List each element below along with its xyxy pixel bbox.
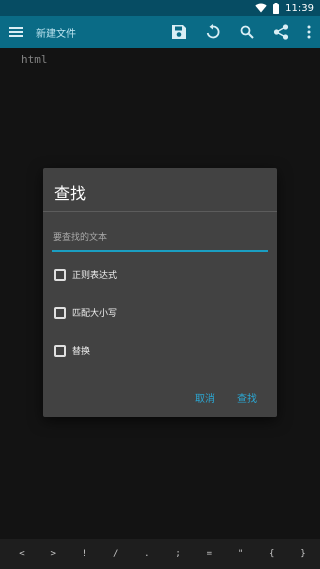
cancel-button[interactable]: 取消 — [195, 390, 215, 405]
regex-option[interactable]: 正则表达式 — [54, 268, 117, 281]
find-button[interactable]: 查找 — [237, 390, 257, 405]
regex-checkbox[interactable] — [54, 268, 66, 281]
match-case-checkbox[interactable] — [54, 306, 66, 319]
battery-icon — [273, 2, 280, 14]
match-case-label: 匹配大小写 — [72, 309, 118, 319]
symbol-key[interactable]: < — [12, 549, 32, 559]
dialog-divider — [43, 211, 277, 212]
symbol-key[interactable]: > — [43, 549, 63, 559]
search-text-input[interactable] — [52, 230, 268, 252]
undo-icon[interactable] — [196, 16, 230, 48]
match-case-option[interactable]: 匹配大小写 — [54, 306, 117, 319]
menu-icon[interactable] — [0, 16, 32, 48]
symbol-key[interactable]: = — [199, 549, 219, 559]
symbol-key[interactable]: } — [293, 549, 313, 559]
dialog-title: 查找 — [54, 184, 87, 203]
app-toolbar: 新建文件 — [0, 16, 320, 48]
find-dialog: 查找 正则表达式 匹配大小写 替换 取消 查找 — [43, 168, 277, 417]
document-title: 新建文件 — [36, 28, 76, 40]
search-icon[interactable] — [230, 16, 264, 48]
replace-option[interactable]: 替换 — [54, 344, 90, 357]
status-bar: 11:39 — [0, 0, 320, 16]
symbol-key[interactable]: ; — [168, 549, 188, 559]
wifi-icon — [255, 3, 267, 13]
symbol-key[interactable]: " — [231, 549, 251, 559]
replace-label: 替换 — [72, 347, 91, 357]
save-icon[interactable] — [162, 16, 196, 48]
symbol-key[interactable]: . — [137, 549, 157, 559]
symbol-key[interactable]: ! — [74, 549, 94, 559]
symbol-bar: < > ! / . ; = " { } — [0, 539, 320, 569]
status-time: 11:39 — [285, 2, 314, 14]
share-icon[interactable] — [264, 16, 298, 48]
symbol-key[interactable]: / — [106, 549, 126, 559]
regex-label: 正则表达式 — [72, 271, 118, 281]
more-vert-icon[interactable] — [298, 16, 320, 48]
replace-checkbox[interactable] — [54, 344, 66, 357]
symbol-key[interactable]: { — [262, 549, 282, 559]
